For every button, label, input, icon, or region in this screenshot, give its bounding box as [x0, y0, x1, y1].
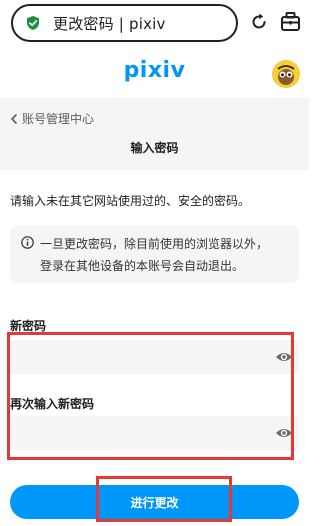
avatar-icon	[272, 60, 300, 88]
browser-bar: 更改密码 | pixiv	[0, 0, 309, 50]
notice-text-line-1: 一旦更改密码，除目前使用的浏览器以外，	[40, 237, 269, 251]
app-header: pixiv	[0, 56, 309, 94]
breadcrumb[interactable]: 账号管理中心	[10, 110, 94, 127]
notice-text-line-2: 登录在其他设备的本账号会自动退出。	[40, 259, 245, 273]
address-text: 更改密码 | pixiv	[53, 14, 166, 33]
chevron-left-icon	[11, 113, 17, 124]
title-band	[0, 98, 309, 170]
submit-button-highlight	[96, 476, 232, 522]
pixiv-logo[interactable]: pixiv	[0, 58, 309, 83]
page-title: 输入密码	[130, 141, 179, 155]
info-icon	[21, 236, 34, 249]
refresh-icon[interactable]	[249, 12, 269, 32]
notice-box: 一旦更改密码，除目前使用的浏览器以外， 登录在其他设备的本账号会自动退出。	[10, 225, 299, 283]
breadcrumb-label: 账号管理中心	[22, 112, 95, 126]
password-fields-highlight	[7, 332, 294, 460]
tabs-icon[interactable]	[280, 11, 301, 32]
instruction-text: 请输入未在其它网站使用过的、安全的密码。	[10, 194, 251, 208]
user-avatar[interactable]	[272, 60, 300, 88]
shield-check-icon	[27, 16, 39, 30]
address-bar[interactable]: 更改密码 | pixiv	[11, 4, 238, 42]
